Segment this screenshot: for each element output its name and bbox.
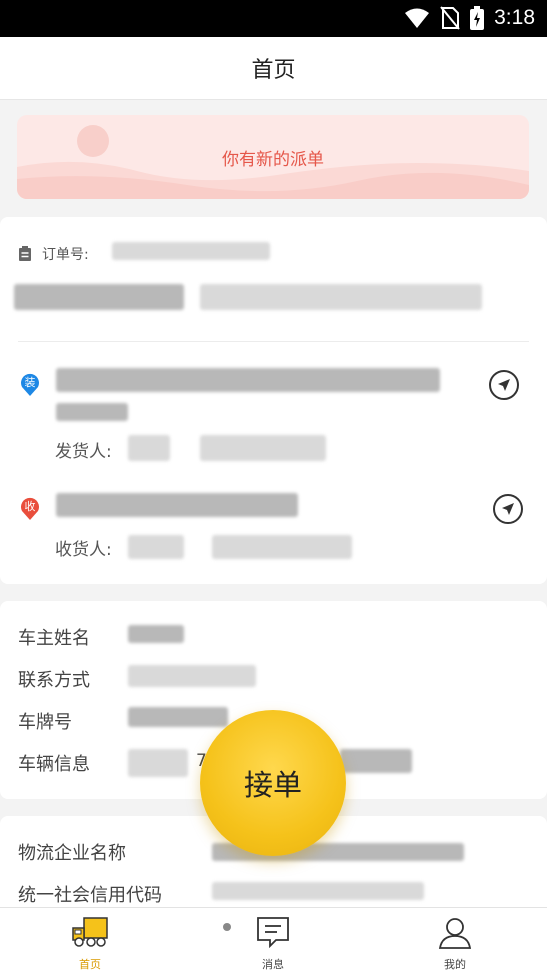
navigation-arrow-icon bbox=[498, 379, 510, 391]
new-order-banner[interactable]: 你有新的派单 bbox=[17, 115, 529, 199]
nav-home-label: 首页 bbox=[79, 958, 101, 971]
page-title: 首页 bbox=[251, 58, 296, 83]
owner-name-label: 车主姓名 bbox=[18, 628, 90, 649]
nav-home[interactable]: 首页 bbox=[45, 908, 135, 978]
accept-order-button[interactable]: 接单 bbox=[200, 710, 346, 856]
receiver-phone-redacted bbox=[212, 535, 352, 559]
nav-mine[interactable]: 我的 bbox=[410, 908, 500, 978]
order-divider bbox=[18, 341, 529, 342]
plate-label: 车牌号 bbox=[18, 712, 72, 733]
shipper-phone-redacted bbox=[200, 435, 326, 461]
owner-name-redacted bbox=[128, 625, 184, 643]
nav-mine-label: 我的 bbox=[444, 958, 466, 971]
vehicle-info-redacted bbox=[128, 749, 188, 777]
vehicle-info-label: 车辆信息 bbox=[18, 754, 90, 775]
contact-label: 联系方式 bbox=[18, 670, 90, 691]
nav-messages-label: 消息 bbox=[262, 958, 284, 971]
unload-address-redacted bbox=[56, 493, 298, 517]
status-bar: 3:18 bbox=[0, 0, 547, 37]
company-name-label: 物流企业名称 bbox=[18, 843, 126, 864]
wifi-icon bbox=[405, 8, 430, 28]
message-icon bbox=[257, 917, 289, 948]
plate-redacted bbox=[128, 707, 228, 727]
app-header: 首页 bbox=[0, 37, 547, 100]
unload-badge: 收 bbox=[20, 497, 40, 520]
battery-icon bbox=[470, 6, 485, 30]
bottom-nav: 首页 消息 我的 bbox=[0, 907, 547, 978]
order-card: 订单号: 装 发货人: 收 收货人: bbox=[0, 217, 547, 584]
clipboard-icon bbox=[19, 246, 31, 261]
user-icon bbox=[438, 918, 472, 949]
banner-text: 你有新的派单 bbox=[222, 149, 324, 170]
unload-navigate-button[interactable] bbox=[493, 494, 523, 524]
order-detail-redacted-2 bbox=[200, 284, 482, 310]
receiver-name-redacted bbox=[128, 535, 184, 559]
contact-redacted bbox=[128, 665, 256, 687]
load-badge: 装 bbox=[20, 373, 40, 396]
order-number-redacted bbox=[112, 242, 270, 260]
unread-dot bbox=[223, 923, 231, 931]
order-detail-redacted bbox=[14, 284, 184, 310]
shipper-label: 发货人: bbox=[55, 442, 112, 462]
load-address-redacted-2 bbox=[56, 403, 128, 421]
vehicle-info-redacted-2 bbox=[340, 749, 412, 773]
shipper-name-redacted bbox=[128, 435, 170, 461]
navigation-arrow-icon bbox=[502, 503, 514, 515]
no-sim-icon bbox=[440, 6, 460, 30]
receiver-label: 收货人: bbox=[55, 540, 112, 560]
credit-code-label: 统一社会信用代码 bbox=[18, 885, 162, 906]
load-address-redacted bbox=[56, 368, 440, 392]
truck-icon bbox=[72, 917, 108, 947]
order-number-label: 订单号: bbox=[42, 247, 89, 263]
nav-messages[interactable]: 消息 bbox=[228, 908, 318, 978]
credit-code-redacted bbox=[212, 882, 424, 900]
status-time: 3:18 bbox=[494, 6, 535, 29]
load-navigate-button[interactable] bbox=[489, 370, 519, 400]
